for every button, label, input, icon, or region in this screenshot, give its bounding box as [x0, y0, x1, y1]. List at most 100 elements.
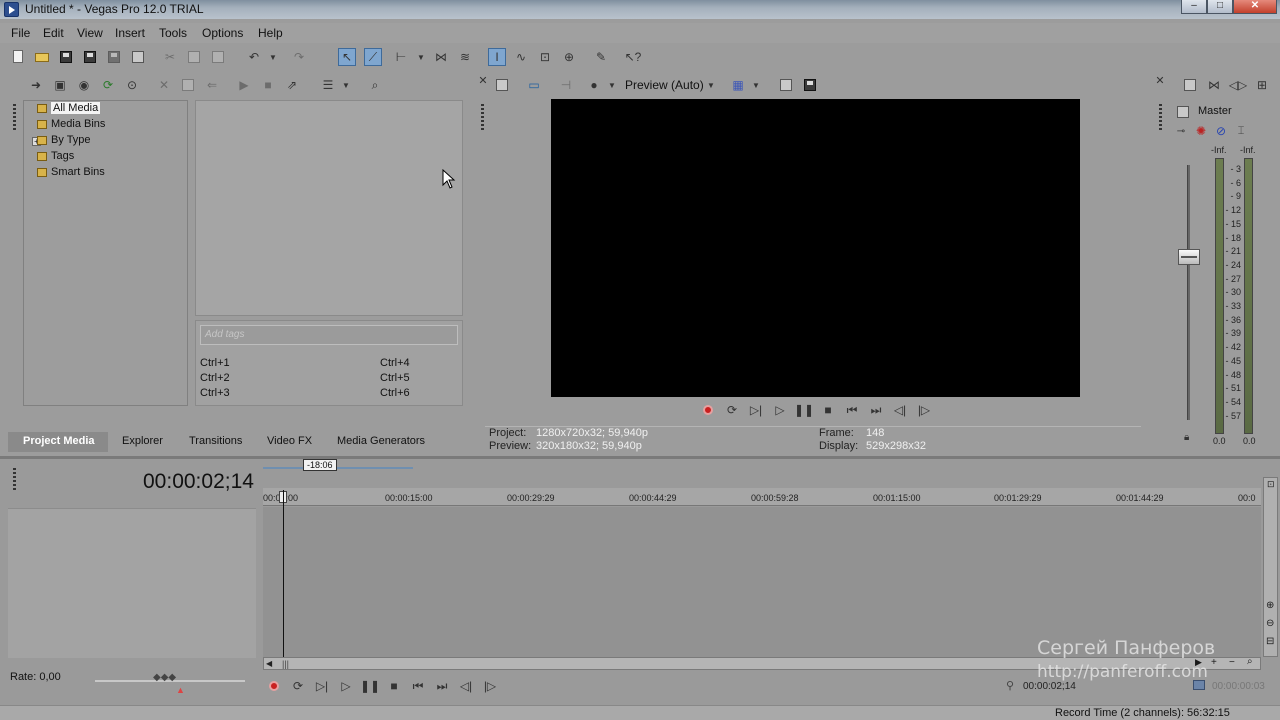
timeline-loop-button[interactable]: ⟳	[289, 677, 307, 695]
panel-grip[interactable]	[1159, 104, 1162, 132]
snapping-button[interactable]: ⊢	[392, 48, 410, 66]
master-volume-fader[interactable]	[1178, 249, 1200, 265]
timeline-pause-button[interactable]: ❚❚	[360, 677, 380, 695]
auto-preview-button[interactable]: ⇗	[283, 76, 301, 94]
zoom-out-vertical-icon[interactable]: ⊖	[1266, 618, 1274, 629]
go-to-start-button[interactable]: ⏮	[843, 401, 861, 419]
tree-item-by-type[interactable]: By Type	[37, 133, 91, 148]
media-link-button[interactable]: ⇐	[203, 76, 221, 94]
paste-button[interactable]	[209, 48, 227, 66]
tab-project-media[interactable]: Project Media	[23, 435, 95, 447]
tab-transitions[interactable]: Transitions	[189, 435, 242, 447]
fader-track[interactable]	[1187, 165, 1190, 420]
preview-quality-button[interactable]: ●	[585, 76, 603, 94]
ignore-grouping-button[interactable]: ⊡	[536, 48, 554, 66]
menu-help[interactable]: Help	[258, 26, 283, 40]
paint-button[interactable]: ✎	[592, 48, 610, 66]
new-project-button[interactable]	[9, 48, 27, 66]
lock-envelopes-button[interactable]: ∿	[512, 48, 530, 66]
remove-unused-button[interactable]: ⟳	[99, 76, 117, 94]
panel-grip[interactable]	[13, 104, 16, 132]
loop-region-bar[interactable]	[263, 461, 413, 469]
master-fx-button[interactable]	[1174, 103, 1192, 121]
stop-button[interactable]: ■	[819, 401, 837, 419]
tree-item-smart-bins[interactable]: Smart Bins	[37, 165, 105, 180]
import-media-button[interactable]: ➜	[27, 76, 45, 94]
open-button[interactable]	[33, 48, 51, 66]
overlays-dropdown[interactable]: ▼	[751, 76, 761, 94]
track-list[interactable]	[8, 508, 256, 658]
timeline-go-to-end-button[interactable]: ⏭	[433, 677, 451, 695]
menu-options[interactable]: Options	[202, 26, 243, 40]
zoom-tool-button[interactable]: ⊕	[560, 48, 578, 66]
playhead-cursor[interactable]	[283, 490, 284, 658]
mute-icon[interactable]: ⊘	[1213, 124, 1229, 138]
automation-icon[interactable]: ⊸	[1173, 124, 1189, 138]
scroll-thumb[interactable]: |||	[282, 659, 289, 669]
views-dropdown[interactable]: ▼	[341, 76, 351, 94]
normal-edit-tool-button[interactable]: ↖	[338, 48, 356, 66]
properties-button[interactable]	[129, 48, 147, 66]
auto-ripple-button[interactable]: ≋	[456, 48, 474, 66]
tab-media-generators[interactable]: Media Generators	[337, 435, 425, 447]
auto-crossfade-button[interactable]: ⋈	[432, 48, 450, 66]
panel-grip[interactable]	[13, 468, 16, 492]
zoom-out-icon[interactable]: −	[1229, 657, 1235, 668]
tab-explorer[interactable]: Explorer	[122, 435, 163, 447]
media-properties-button[interactable]: ⊙	[123, 76, 141, 94]
solo-icon[interactable]: ⌶	[1233, 124, 1249, 138]
next-frame-button[interactable]: |▷	[915, 401, 933, 419]
timeline-play-from-start-button[interactable]: ▷|	[313, 677, 331, 695]
pause-button[interactable]: ❚❚	[794, 401, 814, 419]
envelope-edit-tool-button[interactable]: ⟋	[364, 48, 382, 66]
play-from-start-button[interactable]: ▷|	[747, 401, 765, 419]
save-as-button[interactable]	[81, 48, 99, 66]
zoom-fit-vertical-icon[interactable]: ⊟	[1266, 636, 1274, 647]
dim-output-button[interactable]: ◁▷	[1229, 76, 1247, 94]
previous-frame-button[interactable]: ◁|	[891, 401, 909, 419]
rate-slider-handle[interactable]: ◆◆◆	[153, 672, 176, 683]
zoom-tool-icon[interactable]: ⌕	[1247, 656, 1253, 667]
media-play-button[interactable]: ▶	[235, 76, 253, 94]
external-monitor-button[interactable]: ▭	[525, 76, 543, 94]
tab-video-fx[interactable]: Video FX	[267, 435, 312, 447]
downmix-button[interactable]: ⋈	[1205, 76, 1223, 94]
capture-button[interactable]: ▣	[51, 76, 69, 94]
add-tags-input[interactable]: Add tags	[200, 325, 458, 345]
timeline-record-button[interactable]	[265, 677, 283, 695]
tree-item-tags[interactable]: Tags	[37, 149, 74, 164]
minimize-button[interactable]: –	[1181, 0, 1207, 14]
lock-icon[interactable]: 🔒︎	[1184, 432, 1189, 443]
menu-tools[interactable]: Tools	[159, 26, 187, 40]
master-lock-button[interactable]: ⊞	[1253, 76, 1271, 94]
copy-snapshot-button[interactable]	[777, 76, 795, 94]
tree-item-all-media[interactable]: All Media	[37, 101, 101, 116]
search-button[interactable]: ⌕	[366, 76, 384, 94]
whats-this-button[interactable]: ↖?	[624, 48, 642, 66]
get-media-button[interactable]: ◉	[75, 76, 93, 94]
menu-edit[interactable]: Edit	[43, 26, 64, 40]
loop-playback-button[interactable]: ⟳	[723, 401, 741, 419]
timeline-next-frame-button[interactable]: |▷	[481, 677, 499, 695]
record-button[interactable]	[699, 401, 717, 419]
render-as-button[interactable]	[105, 48, 123, 66]
media-list-area[interactable]	[195, 100, 463, 316]
menu-view[interactable]: View	[77, 26, 103, 40]
snapping-dropdown[interactable]: ▼	[416, 48, 426, 66]
go-to-end-button[interactable]: ⏭	[867, 401, 885, 419]
menu-insert[interactable]: Insert	[115, 26, 145, 40]
media-fx-button[interactable]	[179, 76, 197, 94]
undo-button[interactable]: ↶	[245, 48, 263, 66]
video-preview-screen[interactable]	[551, 99, 1080, 397]
preview-fx-dropdown[interactable]: ▼	[607, 76, 617, 94]
scroll-left-icon[interactable]: ◀	[266, 659, 272, 668]
panel-grip[interactable]	[481, 104, 484, 132]
timeline-menu-icon[interactable]: ⊡	[1267, 479, 1275, 490]
timeline-play-button[interactable]: ▷	[337, 677, 355, 695]
timeline-stop-button[interactable]: ■	[385, 677, 403, 695]
remove-media-button[interactable]: ✕	[155, 76, 173, 94]
preview-quality-select[interactable]: Preview (Auto)	[625, 78, 704, 92]
time-ruler[interactable]: 00:00:00 00:00:15:00 00:00:29:29 00:00:4…	[263, 488, 1261, 506]
close-preview-icon[interactable]: ✕	[478, 74, 488, 87]
media-stop-button[interactable]: ■	[259, 76, 277, 94]
